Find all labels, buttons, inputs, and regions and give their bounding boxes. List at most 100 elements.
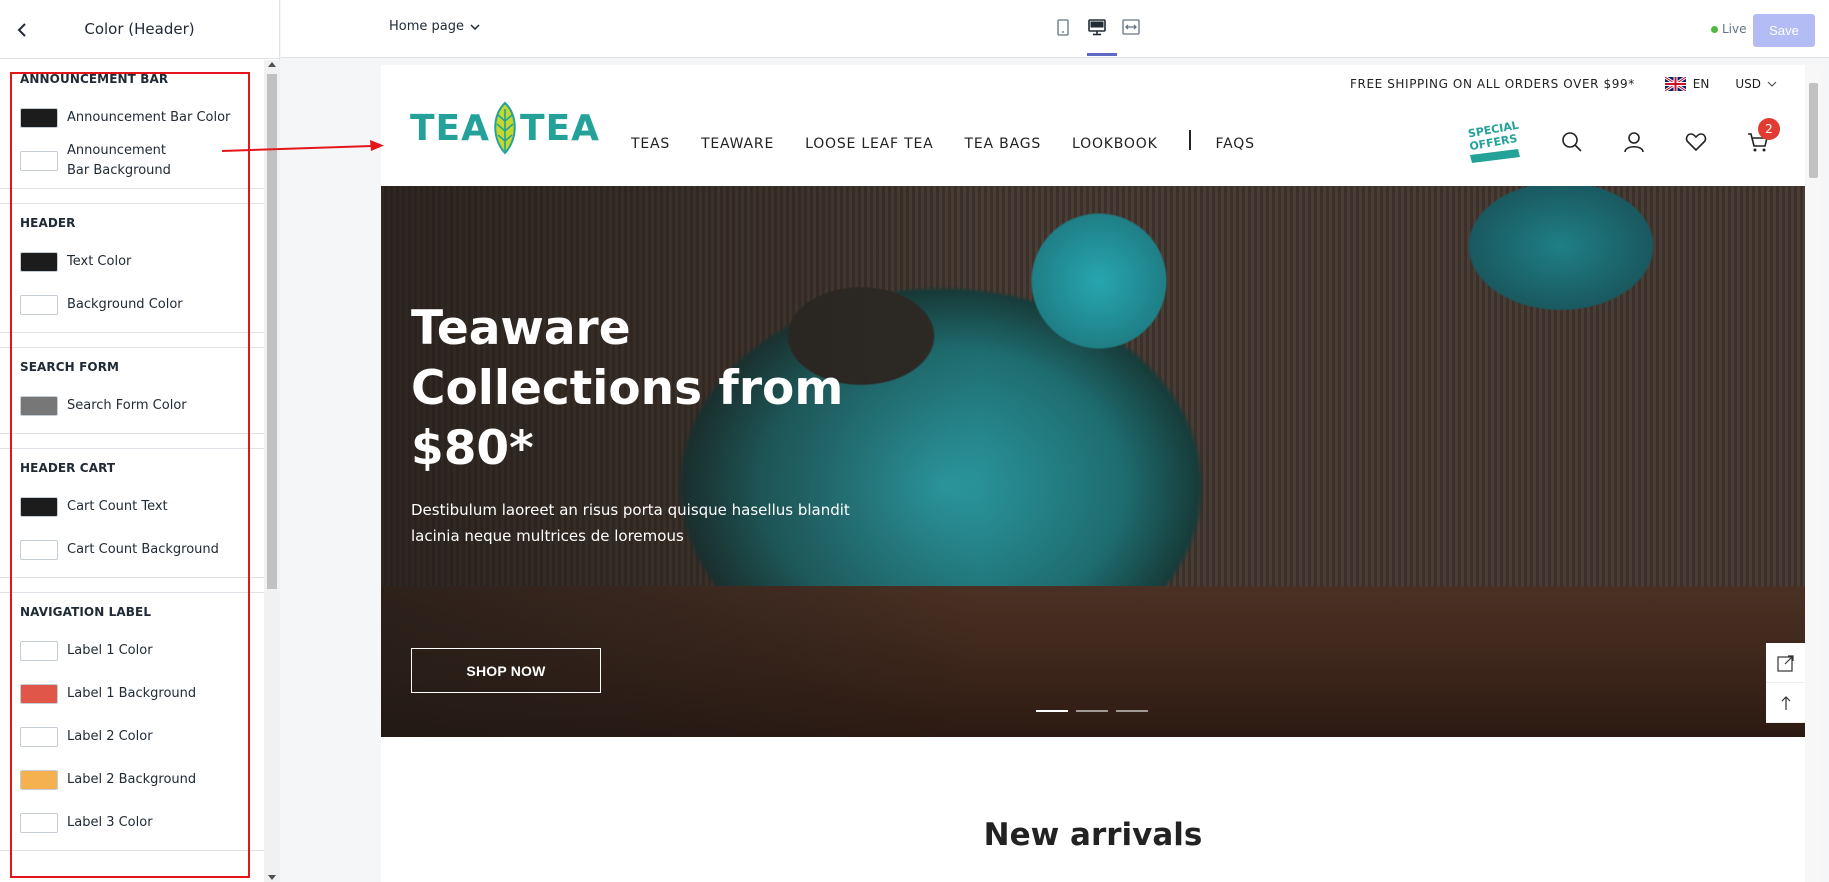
cart-count-badge: 2 [1758,118,1780,140]
active-device-indicator [1087,53,1117,56]
color-setting-label: Background Color [67,296,183,312]
logo-text-right: TEA [520,107,601,149]
chevron-down-icon [1767,81,1777,87]
nav-item-teas[interactable]: TEAS [631,136,670,152]
header-icons: 2 [1560,118,1780,154]
color-setting-row: Label 1 Color [20,629,264,672]
color-swatch[interactable] [20,107,58,128]
nav-item-lookbook[interactable]: LOOKBOOK [1072,136,1158,152]
sidebar-settings-list[interactable]: ANNOUNCEMENT BAR Announcement Bar Color … [0,60,264,882]
sidebar-scrollbar[interactable] [264,60,280,882]
color-setting-label: Label 3 Color [67,814,153,830]
color-setting-label: Cart Count Background [67,541,219,557]
section-header-cart: HEADER CART Cart Count Text Cart Count B… [0,448,264,578]
color-setting-row: Announcement Bar Background [20,139,264,182]
fullwidth-view-button[interactable] [1121,16,1141,38]
announcement-text: FREE SHIPPING ON ALL ORDERS OVER $99* [1350,77,1635,91]
scroll-down-arrow-icon[interactable] [268,875,276,880]
expand-button[interactable] [1766,643,1805,683]
color-setting-row: Search Form Color [20,384,264,427]
color-swatch[interactable] [20,683,58,704]
section-announcement-bar: ANNOUNCEMENT BAR Announcement Bar Color … [0,60,264,189]
live-status-dot [1711,25,1718,33]
save-button[interactable]: Save [1753,14,1815,47]
cart-button[interactable]: 2 [1746,118,1780,154]
scrollbar-thumb[interactable] [267,74,277,589]
color-swatch[interactable] [20,395,58,416]
nav-item-faqs[interactable]: FAQS [1216,136,1255,152]
section-header: HEADER Text Color Background Color [0,203,264,333]
color-setting-label: Text Color [67,253,132,269]
device-toggle [1053,16,1141,38]
color-setting-row: Cart Count Text [20,485,264,528]
slide-dot[interactable] [1036,710,1068,712]
color-swatch[interactable] [20,640,58,661]
desktop-view-button[interactable] [1087,16,1107,38]
back-to-top-button[interactable] [1766,683,1805,723]
nav-item-teaware[interactable]: TEAWARE [701,136,774,152]
color-swatch[interactable] [20,726,58,747]
color-setting-row: Label 2 Background [20,758,264,801]
special-offers-badge[interactable]: SPECIAL OFFERS [1464,119,1524,165]
section-title: ANNOUNCEMENT BAR [20,72,169,86]
color-setting-row: Cart Count Background [20,528,264,571]
nav-item-tea-bags[interactable]: TEA BAGS [965,136,1042,152]
arrow-up-icon [1781,695,1790,710]
search-button[interactable] [1560,130,1584,154]
back-button[interactable] [10,16,34,44]
section-title: SEARCH FORM [20,360,120,374]
color-setting-label: Announcement Bar Color [67,109,231,125]
page-selector[interactable]: Home page [389,19,480,34]
page-selector-label: Home page [389,19,464,34]
color-swatch[interactable] [20,496,58,517]
color-setting-row: Label 2 Color [20,715,264,758]
wishlist-button[interactable] [1684,130,1708,154]
preview-scrollbar-thumb[interactable] [1809,83,1818,178]
expand-icon [1776,654,1794,672]
desktop-icon [1088,18,1106,35]
nav-divider [1188,130,1191,150]
floating-side-tools [1766,643,1805,723]
shop-now-button[interactable]: SHOP NOW [411,648,601,693]
scroll-up-arrow-icon[interactable] [268,62,276,67]
color-swatch[interactable] [20,150,58,171]
store-preview[interactable]: FREE SHIPPING ON ALL ORDERS OVER $99* EN… [381,65,1805,882]
preview-scrollbar[interactable] [1805,65,1822,882]
main-navigation: TEAS TEAWARE LOOSE LEAF TEA TEA BAGS LOO… [631,130,1286,152]
tea-leaf-icon [494,101,516,155]
hero-subtitle: Destibulum laoreet an risus porta quisqu… [411,501,850,545]
color-swatch[interactable] [20,539,58,560]
sidebar-header: Color (Header) [0,0,279,59]
nav-item-loose-leaf-tea[interactable]: LOOSE LEAF TEA [805,136,933,152]
currency-label: USD [1735,77,1761,91]
slide-dot[interactable] [1116,710,1148,712]
uk-flag-icon [1664,77,1686,91]
announcement-bar: FREE SHIPPING ON ALL ORDERS OVER $99* EN… [1350,77,1777,91]
color-swatch[interactable] [20,812,58,833]
slide-pagination [1036,710,1148,712]
sidebar-title: Color (Header) [84,20,195,38]
color-setting-label: Label 1 Color [67,642,153,658]
chevron-left-icon [17,23,26,37]
color-setting-row: Announcement Bar Color [20,96,264,139]
color-setting-label: Search Form Color [67,397,187,413]
store-logo[interactable]: TEA TEA [410,99,600,157]
color-swatch[interactable] [20,769,58,790]
editor-topbar: Home page Live Save [281,0,1829,58]
language-selector[interactable]: EN [1693,77,1710,91]
live-status: Live [1711,22,1747,36]
color-swatch[interactable] [20,294,58,315]
color-setting-label: Label 2 Color [67,728,153,744]
color-setting-row: Text Color [20,240,264,283]
color-setting-label: Cart Count Text [67,498,168,514]
mobile-view-button[interactable] [1053,16,1073,38]
color-setting-label: Label 1 Background [67,685,197,701]
color-swatch[interactable] [20,251,58,272]
live-status-label: Live [1722,22,1747,36]
slide-dot[interactable] [1076,710,1108,712]
mobile-icon [1057,18,1069,36]
section-navigation-label: NAVIGATION LABEL Label 1 Color Label 1 B… [0,592,264,851]
account-button[interactable] [1622,130,1646,154]
hero-title: Teaware Collections from $80* [411,301,844,476]
currency-selector[interactable]: USD [1735,77,1777,91]
